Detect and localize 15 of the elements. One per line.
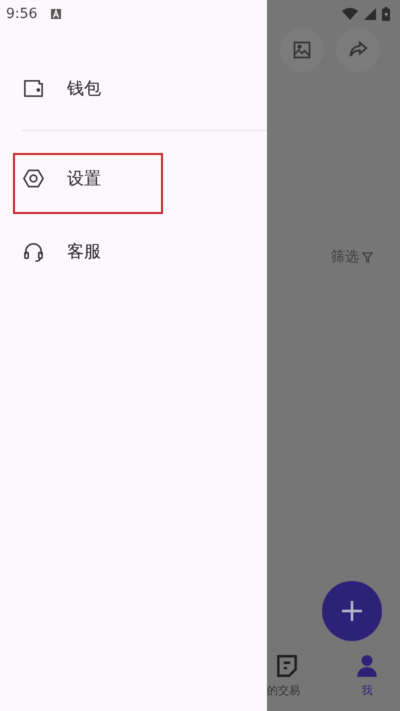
notification-icon <box>51 9 62 19</box>
status-time: 9:56 <box>6 6 38 22</box>
share-button[interactable] <box>336 28 380 72</box>
image-button[interactable] <box>280 28 324 72</box>
note-icon <box>274 653 300 679</box>
settings-icon <box>22 166 45 190</box>
wifi-icon <box>342 8 358 20</box>
battery-icon <box>382 7 390 21</box>
menu-item[interactable]: 钱包 <box>0 63 267 113</box>
menu-item[interactable]: 设置 <box>0 153 267 203</box>
plus-icon <box>340 599 364 623</box>
signal-icon <box>364 8 376 20</box>
menu-item[interactable]: 客服 <box>0 226 267 276</box>
filter-icon <box>362 252 373 262</box>
image-icon <box>292 40 312 60</box>
